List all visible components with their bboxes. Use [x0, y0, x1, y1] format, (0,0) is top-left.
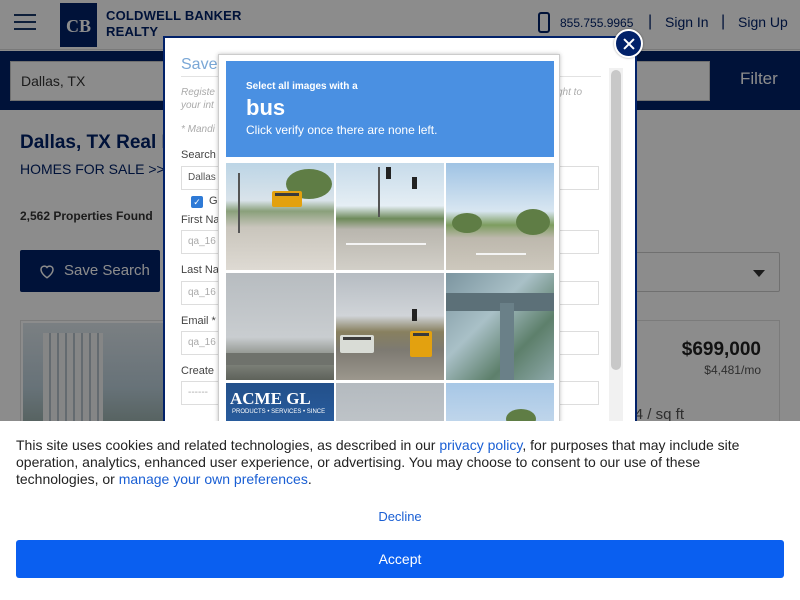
captcha-tile-6[interactable] — [446, 273, 554, 380]
captcha-instruction: Select all images with a — [246, 81, 358, 92]
pole-shape — [238, 173, 240, 233]
email-label: Email * — [181, 315, 216, 327]
cookie-message: This site uses cookies and related techn… — [16, 437, 786, 488]
tree-shape — [516, 209, 550, 235]
captcha-target: bus — [246, 95, 286, 120]
traffic-light-shape — [386, 167, 391, 179]
road-marking — [346, 243, 426, 245]
accept-button[interactable]: Accept — [16, 540, 784, 578]
privacy-policy-link[interactable]: privacy policy — [439, 437, 522, 453]
notify-checkbox[interactable]: ✓ — [191, 196, 203, 208]
create-password-label: Create — [181, 365, 215, 377]
tree-shape — [452, 213, 482, 233]
pillar-shape — [500, 303, 514, 380]
traffic-light-shape — [412, 177, 417, 189]
cookie-text-part-3: . — [307, 471, 312, 487]
last-name-label: Last Na — [181, 264, 219, 276]
captcha-header: Select all images with a bus Click verif… — [226, 61, 554, 157]
modal-scroll-thumb[interactable] — [611, 70, 621, 370]
captcha-tile-3[interactable] — [446, 163, 554, 270]
close-icon[interactable] — [614, 29, 643, 58]
modal-intro-text-right: ght to — [557, 87, 583, 98]
sign-subtext: PRODUCTS • SERVICES • SINCE — [232, 409, 326, 415]
captcha-tile-5[interactable] — [336, 273, 444, 380]
captcha-hint: Click verify once there are none left. — [246, 123, 438, 137]
road-marking — [476, 253, 526, 255]
overpass-shape — [226, 353, 334, 365]
cookie-banner: This site uses cookies and related techn… — [0, 421, 800, 600]
bus-shape — [410, 331, 432, 357]
manage-preferences-link[interactable]: manage your own preferences — [119, 471, 308, 487]
first-name-label: First Na — [181, 214, 220, 226]
captcha-tile-1[interactable] — [226, 163, 334, 270]
bus-shape — [340, 335, 374, 353]
decline-button[interactable]: Decline — [0, 509, 800, 524]
captcha-tile-4[interactable] — [226, 273, 334, 380]
mandatory-note: * Mandi — [181, 124, 215, 135]
sign-text: ACME GL — [230, 389, 311, 408]
pole-shape — [378, 167, 380, 217]
captcha-tile-2[interactable] — [336, 163, 444, 270]
traffic-light-shape — [412, 309, 417, 321]
search-name-label: Search — [181, 149, 216, 161]
modal-title: Save — [181, 56, 218, 73]
bus-shape — [272, 191, 302, 207]
cookie-text-part-1: This site uses cookies and related techn… — [16, 437, 440, 453]
captcha-challenge: Select all images with a bus Click verif… — [218, 54, 560, 490]
